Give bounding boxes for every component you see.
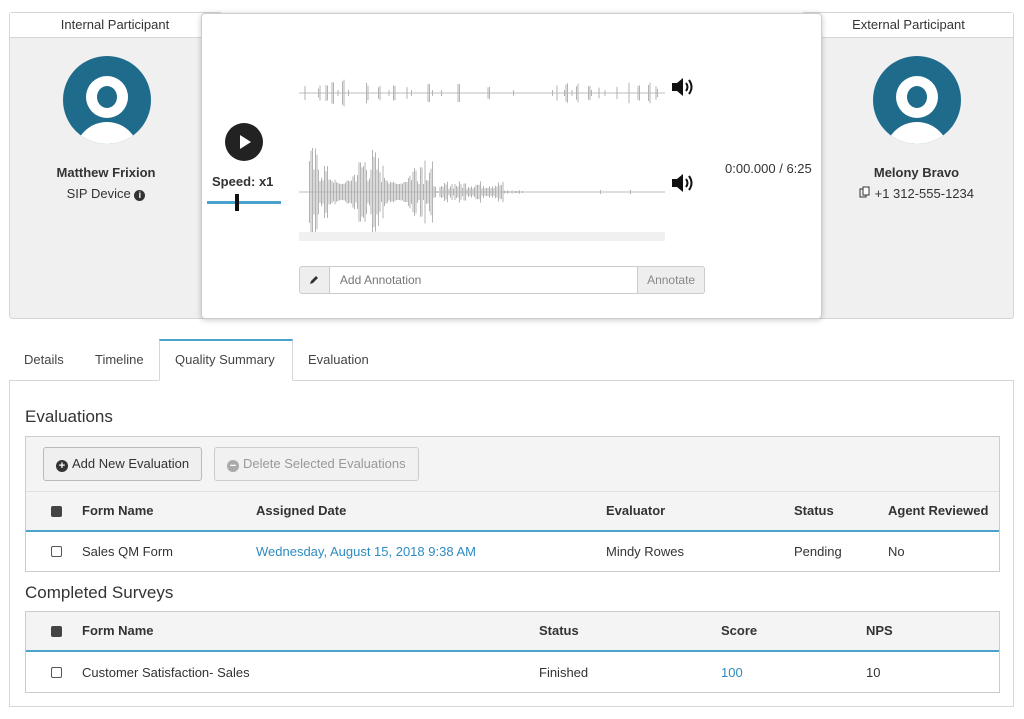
external-participant-title: External Participant xyxy=(804,13,1013,38)
tab-quality-summary[interactable]: Quality Summary xyxy=(159,339,293,381)
survey-status-cell: Finished xyxy=(539,665,589,680)
external-participant-panel: External Participant Melony Bravo +1 312… xyxy=(803,12,1014,319)
survey-nps-cell: 10 xyxy=(866,665,881,680)
status-cell: Pending xyxy=(794,544,842,559)
tab-timeline[interactable]: Timeline xyxy=(80,339,159,381)
minus-circle-icon: − xyxy=(227,460,239,472)
internal-participant-panel: Internal Participant Matthew Frixion SIP… xyxy=(9,12,221,319)
completed-surveys-title: Completed Surveys xyxy=(25,583,174,602)
volume-icon[interactable] xyxy=(670,171,698,195)
agent-reviewed-cell: No xyxy=(888,544,905,559)
surveys-header-row: Form Name Status Score NPS xyxy=(26,612,999,652)
column-header[interactable]: Score xyxy=(721,623,757,638)
copy-phone-icon[interactable] xyxy=(859,186,871,201)
speed-slider-track xyxy=(207,201,281,204)
form-name-cell: Sales QM Form xyxy=(82,544,174,559)
column-header[interactable]: Form Name xyxy=(82,623,154,638)
evaluations-toolbar: + Add New Evaluation − Delete Selected Eva… xyxy=(26,437,999,492)
evaluations-panel: + Add New Evaluation − Delete Selected Eva… xyxy=(25,436,1000,572)
evaluator-cell: Mindy Rowes xyxy=(606,544,685,559)
assigned-date-link[interactable]: Wednesday, August 15, 2018 9:38 AM xyxy=(256,544,476,559)
row-checkbox[interactable] xyxy=(51,546,62,557)
pencil-icon[interactable] xyxy=(299,266,330,294)
audio-player: Speed: x1 0:00.000 / 6:25 Annotate xyxy=(201,13,822,319)
tab-details[interactable]: Details xyxy=(9,339,79,381)
play-icon[interactable] xyxy=(225,123,263,161)
delete-selected-evaluations-label: Delete Selected Evaluations xyxy=(243,456,406,471)
column-header[interactable]: Evaluator xyxy=(606,503,665,518)
column-header[interactable]: Agent Reviewed xyxy=(888,503,988,518)
speed-slider-handle[interactable] xyxy=(235,194,239,211)
survey-score-link[interactable]: 100 xyxy=(721,665,743,680)
internal-waveform[interactable] xyxy=(299,68,665,118)
internal-participant-name: Matthew Frixion xyxy=(56,165,156,180)
speed-slider[interactable] xyxy=(207,191,281,213)
internal-participant-title: Internal Participant xyxy=(10,13,220,38)
add-new-evaluation-label: Add New Evaluation xyxy=(72,456,190,471)
playback-time: 0:00.000 / 6:25 xyxy=(725,161,812,176)
annotation-group: Annotate xyxy=(299,266,705,294)
surveys-panel: Form Name Status Score NPS Customer Sati… xyxy=(25,611,1000,693)
column-header[interactable]: NPS xyxy=(866,623,893,638)
annotate-button[interactable]: Annotate xyxy=(638,266,705,294)
evaluations-title: Evaluations xyxy=(25,407,113,426)
add-new-evaluation-button[interactable]: + Add New Evaluation xyxy=(43,447,203,481)
evaluations-header-row: Form Name Assigned Date Evaluator Status… xyxy=(26,492,999,532)
external-phone-line: +1 312-555-1234 xyxy=(804,186,1013,201)
external-avatar xyxy=(873,56,961,144)
column-header[interactable]: Form Name xyxy=(82,503,154,518)
internal-device-line: SIP Device i xyxy=(10,186,220,201)
info-circle-icon[interactable]: i xyxy=(134,190,146,201)
select-all-evaluations-checkbox[interactable] xyxy=(51,506,62,517)
delete-selected-evaluations-button[interactable]: − Delete Selected Evaluations xyxy=(214,447,419,481)
column-header[interactable]: Status xyxy=(794,503,834,518)
speed-label: Speed: x1 xyxy=(212,174,274,189)
external-phone-number: +1 312-555-1234 xyxy=(874,186,975,201)
external-participant-name: Melony Bravo xyxy=(873,165,960,180)
internal-avatar xyxy=(63,56,151,144)
select-all-surveys-checkbox[interactable] xyxy=(51,626,62,637)
volume-icon[interactable] xyxy=(670,75,698,99)
quality-summary-content: Evaluations + Add New Evaluation − Delete … xyxy=(9,380,1014,707)
column-header[interactable]: Assigned Date xyxy=(256,503,346,518)
playback-progress-bar[interactable] xyxy=(299,232,665,241)
column-header[interactable]: Status xyxy=(539,623,579,638)
tab-evaluation[interactable]: Evaluation xyxy=(293,339,384,381)
plus-circle-icon: + xyxy=(56,460,68,472)
internal-device-label: SIP Device xyxy=(66,186,131,201)
tab-bar: Details Timeline Quality Summary Evaluat… xyxy=(9,339,1014,381)
annotation-input[interactable] xyxy=(329,266,639,294)
survey-form-name-cell: Customer Satisfaction- Sales xyxy=(82,665,250,680)
row-checkbox[interactable] xyxy=(51,667,62,678)
